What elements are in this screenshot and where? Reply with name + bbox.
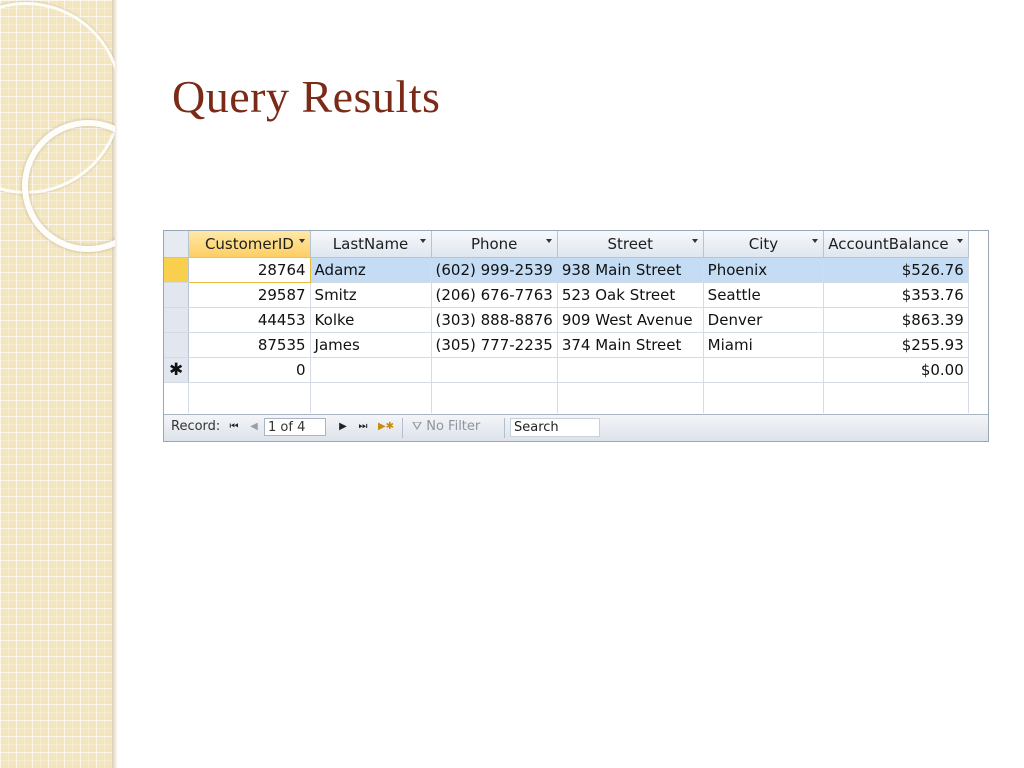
empty-cell (164, 382, 190, 413)
empty-cell (823, 382, 969, 413)
new-record-icon: ✱ (168, 359, 184, 380)
cell-phone[interactable]: (303) 888-8876 (431, 307, 558, 333)
cell-accountbalance[interactable]: $0.00 (823, 357, 969, 383)
cell-customerid[interactable]: 87535 (188, 332, 311, 358)
select-all-corner[interactable] (164, 231, 190, 258)
first-record-icon[interactable]: ⏮ (227, 420, 241, 434)
slide-title: Query Results (172, 71, 441, 122)
cell-phone[interactable] (431, 357, 558, 383)
decorative-rings (0, 0, 115, 768)
record-selector[interactable] (164, 257, 190, 283)
divider (504, 418, 505, 438)
empty-cell (310, 382, 432, 413)
empty-area (164, 382, 988, 413)
cell-street[interactable]: 909 West Avenue (557, 307, 704, 333)
record-selector[interactable] (164, 332, 190, 358)
new-record-row[interactable]: ✱ 0 $0.00 (164, 357, 988, 383)
current-record-field[interactable]: 1 of 4 (264, 418, 326, 436)
datasheet-window: CustomerID LastName Phone Street City Ac… (163, 230, 989, 442)
column-header-lastname[interactable]: LastName (310, 231, 432, 258)
cell-city[interactable]: Denver (703, 307, 825, 333)
cell-street[interactable]: 523 Oak Street (557, 282, 704, 308)
empty-cell (968, 382, 988, 413)
row-filler (968, 257, 988, 282)
column-header-accountbalance[interactable]: AccountBalance (823, 231, 969, 258)
chevron-down-icon[interactable] (691, 239, 698, 243)
cell-customerid[interactable]: 44453 (188, 307, 311, 333)
filter-label: No Filter (426, 419, 481, 434)
cell-accountbalance[interactable]: $255.93 (823, 332, 969, 358)
cell-lastname[interactable]: Adamz (310, 257, 432, 283)
column-header-customerid[interactable]: CustomerID (188, 231, 311, 258)
empty-cell (431, 382, 558, 413)
divider (402, 418, 403, 438)
datasheet-table: CustomerID LastName Phone Street City Ac… (164, 231, 988, 413)
cell-accountbalance[interactable]: $526.76 (823, 257, 969, 283)
search-input[interactable]: Search (510, 418, 600, 437)
cell-lastname[interactable]: James (310, 332, 432, 358)
table-row[interactable]: 87535 James (305) 777-2235 374 Main Stre… (164, 332, 988, 358)
cell-lastname[interactable]: Kolke (310, 307, 432, 333)
last-record-icon[interactable]: ⏭ (356, 420, 370, 434)
row-filler (968, 282, 988, 307)
header-filler (968, 231, 988, 257)
cell-city[interactable]: Miami (703, 332, 825, 358)
record-navigation-bar: Record: ⏮ ◀ 1 of 4 ▶ ⏭ ▶✱ ⛛ No Filter Se… (164, 414, 988, 441)
cell-phone[interactable]: (305) 777-2235 (431, 332, 558, 358)
cell-customerid[interactable]: 0 (188, 357, 311, 383)
table-row[interactable]: 44453 Kolke (303) 888-8876 909 West Aven… (164, 307, 988, 333)
column-header-phone[interactable]: Phone (431, 231, 558, 258)
cell-customerid[interactable]: 29587 (188, 282, 311, 308)
cell-city[interactable]: Seattle (703, 282, 825, 308)
cell-street[interactable]: 938 Main Street (557, 257, 704, 283)
new-record-selector[interactable]: ✱ (164, 357, 190, 383)
next-record-icon[interactable]: ▶ (336, 420, 350, 434)
chevron-down-icon[interactable] (298, 239, 305, 243)
table-row[interactable]: 29587 Smitz (206) 676-7763 523 Oak Stree… (164, 282, 988, 308)
column-header-street[interactable]: Street (557, 231, 704, 258)
row-filler (968, 357, 988, 382)
row-filler (968, 332, 988, 357)
cell-customerid[interactable]: 28764 (188, 256, 311, 283)
chevron-down-icon[interactable] (545, 239, 552, 243)
cell-accountbalance[interactable]: $353.76 (823, 282, 969, 308)
cell-lastname[interactable]: Smitz (310, 282, 432, 308)
record-selector[interactable] (164, 307, 190, 333)
cell-city[interactable] (703, 357, 825, 383)
empty-cell (557, 382, 704, 413)
empty-cell (188, 382, 311, 413)
chevron-down-icon[interactable] (419, 239, 426, 243)
row-filler (968, 307, 988, 332)
empty-cell (703, 382, 825, 413)
record-selector[interactable] (164, 282, 190, 308)
cell-street[interactable] (557, 357, 704, 383)
cell-phone[interactable]: (602) 999-2539 (431, 257, 558, 283)
column-header-city[interactable]: City (703, 231, 825, 258)
cell-city[interactable]: Phoenix (703, 257, 825, 283)
previous-record-icon[interactable]: ◀ (247, 420, 261, 434)
no-filter-button[interactable]: ⛛ No Filter (412, 419, 480, 434)
cell-lastname[interactable] (310, 357, 432, 383)
chevron-down-icon[interactable] (956, 239, 963, 243)
cell-street[interactable]: 374 Main Street (557, 332, 704, 358)
record-label: Record: (171, 419, 221, 434)
new-record-icon[interactable]: ▶✱ (376, 420, 396, 434)
cell-accountbalance[interactable]: $863.39 (823, 307, 969, 333)
filter-icon: ⛛ (412, 419, 423, 433)
cell-phone[interactable]: (206) 676-7763 (431, 282, 558, 308)
table-row[interactable]: 28764 Adamz (602) 999-2539 938 Main Stre… (164, 256, 988, 283)
chevron-down-icon[interactable] (812, 239, 819, 243)
